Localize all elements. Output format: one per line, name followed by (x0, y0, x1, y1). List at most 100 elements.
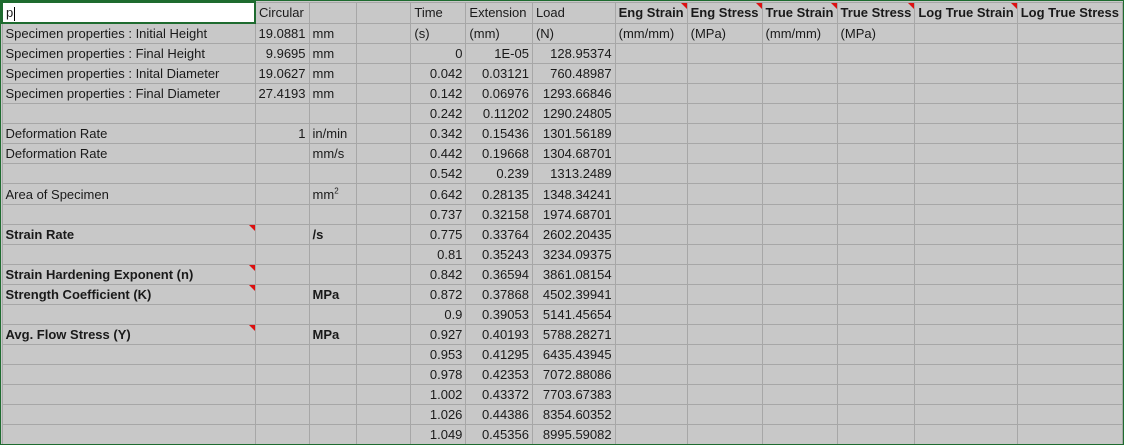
empty-cell[interactable] (836, 324, 916, 345)
time-cell[interactable]: 1.002 (410, 384, 467, 405)
empty-cell[interactable] (356, 424, 412, 444)
empty-cell[interactable] (686, 364, 763, 385)
time-cell[interactable]: 0.81 (410, 244, 467, 265)
empty-cell[interactable] (761, 364, 838, 385)
property-label-cell[interactable] (1, 384, 256, 405)
empty-cell[interactable] (761, 244, 838, 265)
time-cell[interactable]: 0.042 (410, 63, 467, 84)
empty-cell[interactable] (356, 103, 412, 124)
empty-cell[interactable] (914, 364, 1018, 385)
extension-cell[interactable]: 0.03121 (465, 63, 533, 84)
empty-cell[interactable] (836, 123, 916, 144)
header-cell-time[interactable]: Time (410, 1, 467, 24)
units-cell-eng-strain[interactable]: (mm/mm) (614, 22, 688, 44)
property-label-cell[interactable]: Avg. Flow Stress (Y) (1, 324, 256, 345)
units-cell-extension[interactable]: (mm) (465, 22, 533, 44)
empty-cell[interactable] (914, 424, 1018, 444)
empty-cell[interactable] (836, 284, 916, 305)
property-value-cell[interactable] (254, 364, 310, 385)
empty-cell[interactable] (686, 264, 763, 285)
time-cell[interactable]: 0 (410, 43, 467, 64)
units-cell-load[interactable]: (N) (531, 22, 616, 44)
time-cell[interactable]: 0.927 (410, 324, 467, 345)
property-unit-cell[interactable] (308, 424, 358, 444)
empty-cell[interactable] (356, 63, 412, 84)
empty-cell[interactable] (836, 384, 916, 405)
empty-cell[interactable] (356, 163, 412, 184)
property-unit-cell[interactable]: mm2 (308, 183, 358, 205)
property-value-cell[interactable] (254, 324, 310, 345)
property-value-cell[interactable] (254, 404, 310, 425)
property-unit-cell[interactable] (308, 244, 358, 265)
empty-cell[interactable] (836, 143, 916, 164)
property-label-cell[interactable]: Deformation Rate (1, 143, 256, 164)
load-cell[interactable]: 1348.34241 (531, 183, 616, 205)
time-cell[interactable]: 0.242 (410, 103, 467, 124)
property-value-cell[interactable] (254, 183, 310, 205)
extension-cell[interactable]: 0.43372 (465, 384, 533, 405)
extension-cell[interactable]: 0.33764 (465, 224, 533, 245)
property-value-cell[interactable] (254, 384, 310, 405)
empty-cell[interactable] (356, 224, 412, 245)
header-cell-log-true-strain[interactable]: Log True Strain (914, 1, 1018, 24)
header-cell-circular[interactable]: Circular (254, 1, 310, 24)
time-cell[interactable]: 0.737 (410, 204, 467, 225)
load-cell[interactable]: 8995.59082 (531, 424, 616, 444)
extension-cell[interactable]: 0.37868 (465, 284, 533, 305)
empty-cell[interactable] (761, 224, 838, 245)
property-value-cell[interactable] (254, 344, 310, 365)
empty-cell[interactable] (356, 143, 412, 164)
property-unit-cell[interactable] (308, 364, 358, 385)
load-cell[interactable]: 1304.68701 (531, 143, 616, 164)
property-unit-cell[interactable] (308, 163, 358, 184)
empty-cell[interactable] (1016, 123, 1123, 144)
property-value-cell[interactable] (254, 284, 310, 305)
property-unit-cell[interactable]: mm/s (308, 143, 358, 164)
property-unit-cell[interactable] (308, 344, 358, 365)
extension-cell[interactable]: 0.44386 (465, 404, 533, 425)
property-label-cell[interactable] (1, 424, 256, 444)
empty-cell[interactable] (686, 83, 763, 104)
property-unit-cell[interactable] (308, 204, 358, 225)
property-unit-cell[interactable] (308, 384, 358, 405)
property-label-cell[interactable] (1, 244, 256, 265)
empty-cell[interactable] (686, 384, 763, 405)
empty-cell[interactable] (356, 264, 412, 285)
property-label-cell[interactable] (1, 364, 256, 385)
property-label-cell[interactable] (1, 404, 256, 425)
time-cell[interactable]: 0.842 (410, 264, 467, 285)
empty-cell[interactable] (914, 324, 1018, 345)
header-cell-true-stress[interactable]: True Stress (836, 1, 916, 24)
property-label-cell[interactable]: Strength Coefficient (K) (1, 284, 256, 305)
extension-cell[interactable]: 0.35243 (465, 244, 533, 265)
empty-cell[interactable] (914, 123, 1018, 144)
extension-cell[interactable]: 0.06976 (465, 83, 533, 104)
empty-cell[interactable] (686, 404, 763, 425)
empty-cell[interactable] (914, 103, 1018, 124)
empty-cell[interactable] (1016, 304, 1123, 325)
extension-cell[interactable]: 1E-05 (465, 43, 533, 64)
empty-cell[interactable] (686, 424, 763, 444)
empty-cell[interactable] (761, 344, 838, 365)
property-label-cell[interactable]: Strain Rate (1, 224, 256, 245)
header-cell-eng-stress[interactable]: Eng Stress (686, 1, 763, 24)
empty-cell[interactable] (356, 43, 412, 64)
empty-cell[interactable] (356, 83, 412, 104)
header-cell-extension[interactable]: Extension (465, 1, 533, 24)
empty-cell[interactable] (914, 83, 1018, 104)
empty-cell[interactable] (614, 284, 688, 305)
empty-cell[interactable] (356, 364, 412, 385)
load-cell[interactable]: 1313.2489 (531, 163, 616, 184)
empty-cell[interactable] (761, 264, 838, 285)
header-cell-load[interactable]: Load (531, 1, 616, 24)
empty-cell[interactable] (914, 384, 1018, 405)
load-cell[interactable]: 1301.56189 (531, 123, 616, 144)
property-label-cell[interactable]: Specimen properties : Final Diameter (1, 83, 256, 104)
empty-cell[interactable] (836, 244, 916, 265)
empty-cell[interactable] (686, 143, 763, 164)
empty-cell[interactable] (914, 304, 1018, 325)
extension-cell[interactable]: 0.32158 (465, 204, 533, 225)
empty-cell[interactable] (614, 324, 688, 345)
property-value-cell[interactable]: 1 (254, 123, 310, 144)
load-cell[interactable]: 1974.68701 (531, 204, 616, 225)
